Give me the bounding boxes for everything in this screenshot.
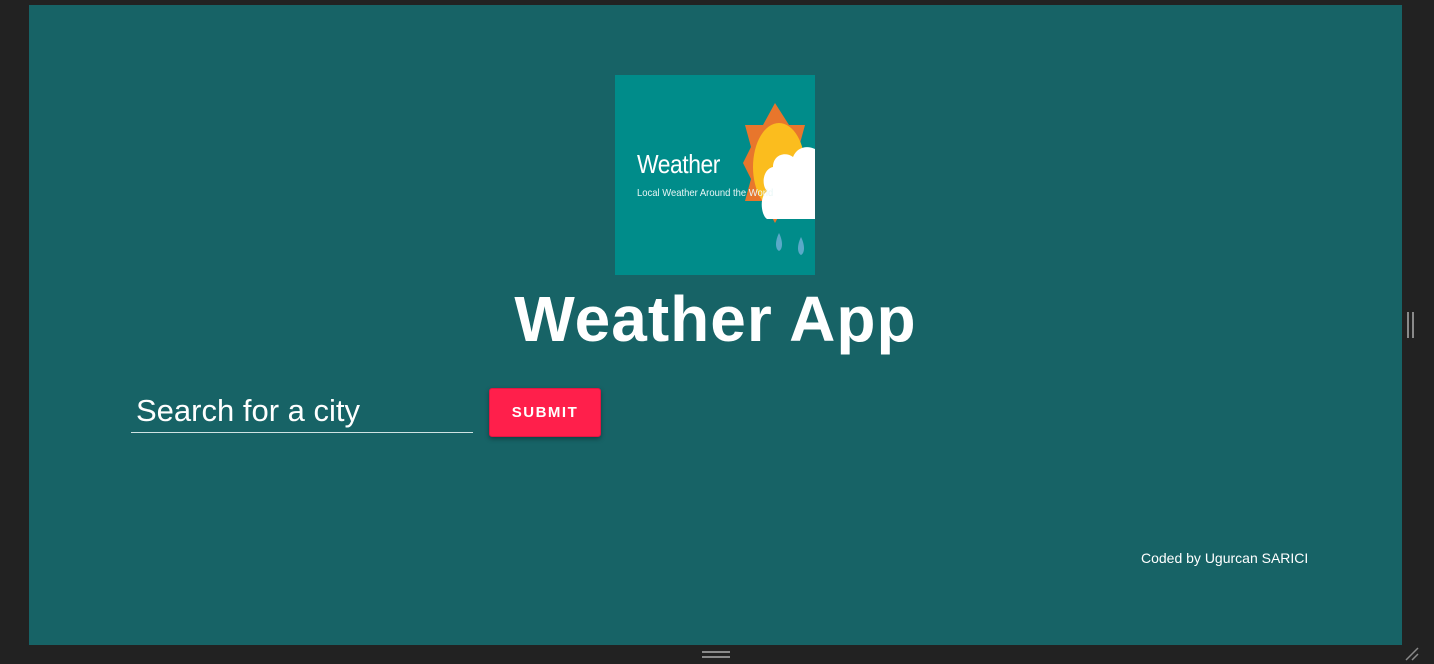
horizontal-resize-handle-icon[interactable] — [702, 651, 730, 659]
logo-title: Weather — [637, 149, 720, 179]
browser-frame: Weather Local Weather Around the World W… — [0, 0, 1434, 664]
footer-credit: Coded by Ugurcan SARICI — [1141, 550, 1309, 566]
weather-logo-image: Weather Local Weather Around the World — [615, 75, 815, 275]
page-title: Weather App — [514, 283, 917, 355]
submit-button[interactable]: SUBMIT — [489, 388, 601, 437]
app-viewport: Weather Local Weather Around the World W… — [29, 5, 1402, 645]
vertical-resize-handle-icon[interactable] — [1407, 312, 1415, 338]
corner-resize-grip-icon[interactable] — [1404, 646, 1420, 662]
logo-subtitle: Local Weather Around the World — [637, 187, 774, 199]
city-search-input[interactable] — [131, 389, 473, 433]
